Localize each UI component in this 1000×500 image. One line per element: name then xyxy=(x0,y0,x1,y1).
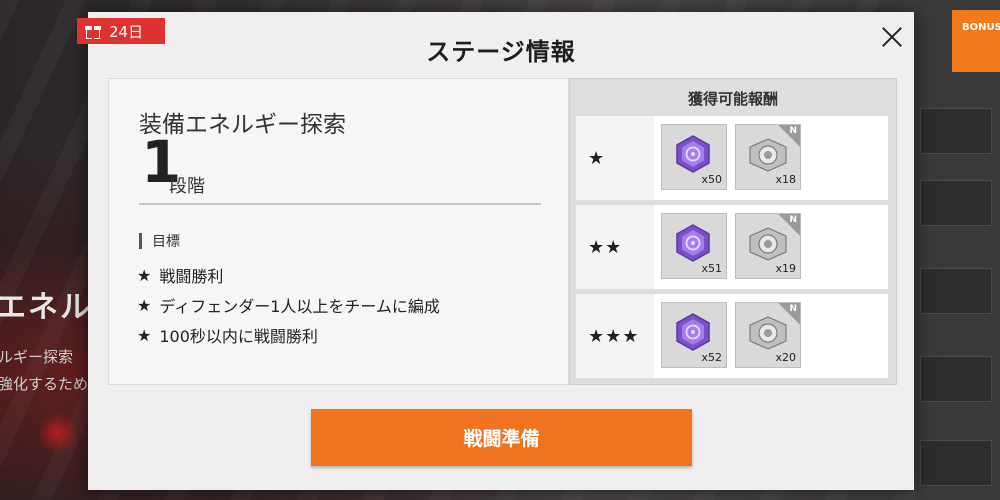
objective-text: 戦闘勝利 xyxy=(159,267,224,286)
objective-text: 100秒以内に戦闘勝利 xyxy=(159,327,318,346)
purple-crystal-icon xyxy=(676,135,710,173)
stage-details-panel: 装備エネルギー探索 1 段階 目標 ★ 戦闘勝利 ★ ディフェンダー1人以上をチ… xyxy=(108,78,569,385)
background-side-menu xyxy=(916,0,1000,500)
item-count: x51 xyxy=(701,262,722,275)
reward-stars: ★ xyxy=(576,116,654,200)
background-bonus-button: BONUS xyxy=(952,10,1000,72)
objective-item: ★ ディフェンダー1人以上をチームに編成 xyxy=(137,293,440,317)
reward-row: ★ x50 N x18 xyxy=(576,116,888,200)
background-title: エネル xyxy=(0,290,92,325)
objective-item: ★ 戦闘勝利 xyxy=(137,263,223,287)
purple-crystal-icon xyxy=(676,224,710,262)
item-count: x52 xyxy=(701,351,722,364)
rewards-panel: 獲得可能報酬 ★ x50 N x18 ★★ x51 N x19 ★★★ x52 … xyxy=(569,78,897,385)
purple-crystal-icon xyxy=(676,313,710,351)
objectives-title: 目標 xyxy=(152,234,180,250)
objectives-header: 目標 xyxy=(139,231,180,251)
event-days-label: 24日 xyxy=(109,22,144,41)
rarity-label: N xyxy=(789,304,797,314)
gift-icon xyxy=(85,23,101,39)
reward-item-slot[interactable]: N x20 xyxy=(735,302,801,368)
background-menu-tile xyxy=(920,108,992,154)
background-menu-tile xyxy=(920,440,992,486)
rarity-label: N xyxy=(789,126,797,136)
background-subtitle: ルギー探索 xyxy=(0,348,74,366)
reward-item-slot[interactable]: x50 xyxy=(661,124,727,190)
divider xyxy=(139,203,541,205)
reward-stars: ★★ xyxy=(576,205,654,289)
rewards-title: 獲得可能報酬 xyxy=(687,90,778,108)
reward-row: ★★★ x52 N x20 xyxy=(576,294,888,378)
reward-item-slot[interactable]: x51 xyxy=(661,213,727,279)
objective-text: ディフェンダー1人以上をチームに編成 xyxy=(159,297,440,316)
stage-info-dialog: ステージ情報 装備エネルギー探索 1 段階 目標 ★ 戦闘勝利 ★ ディフェンダ… xyxy=(88,12,914,490)
stage-unit: 段階 xyxy=(169,176,205,197)
background-menu-tile xyxy=(920,180,992,226)
bonus-label: BONUS xyxy=(962,22,1000,33)
reward-item-slot[interactable]: x52 xyxy=(661,302,727,368)
star-icon: ★ xyxy=(137,265,152,285)
rarity-label: N xyxy=(789,215,797,225)
background-glow xyxy=(40,410,76,456)
dialog-title: ステージ情報 xyxy=(426,38,576,66)
reward-item-slot[interactable]: N x19 xyxy=(735,213,801,279)
section-marker xyxy=(139,233,142,249)
star-icon: ★ xyxy=(137,325,152,345)
background-menu-tile xyxy=(920,268,992,314)
battle-prepare-button[interactable]: 戦闘準備 xyxy=(311,409,692,466)
reward-item-slot[interactable]: N x18 xyxy=(735,124,801,190)
event-days-tag: 24日 xyxy=(77,18,165,44)
background-description: 強化するため xyxy=(0,375,89,393)
item-count: x50 xyxy=(701,173,722,186)
background-menu-tile xyxy=(920,356,992,402)
reward-row: ★★ x51 N x19 xyxy=(576,205,888,289)
item-count: x19 xyxy=(775,262,796,275)
star-icon: ★ xyxy=(137,295,152,315)
reward-stars: ★★★ xyxy=(576,294,654,378)
objective-item: ★ 100秒以内に戦闘勝利 xyxy=(137,323,318,347)
item-count: x20 xyxy=(775,351,796,364)
close-icon[interactable] xyxy=(877,22,907,52)
item-count: x18 xyxy=(775,173,796,186)
